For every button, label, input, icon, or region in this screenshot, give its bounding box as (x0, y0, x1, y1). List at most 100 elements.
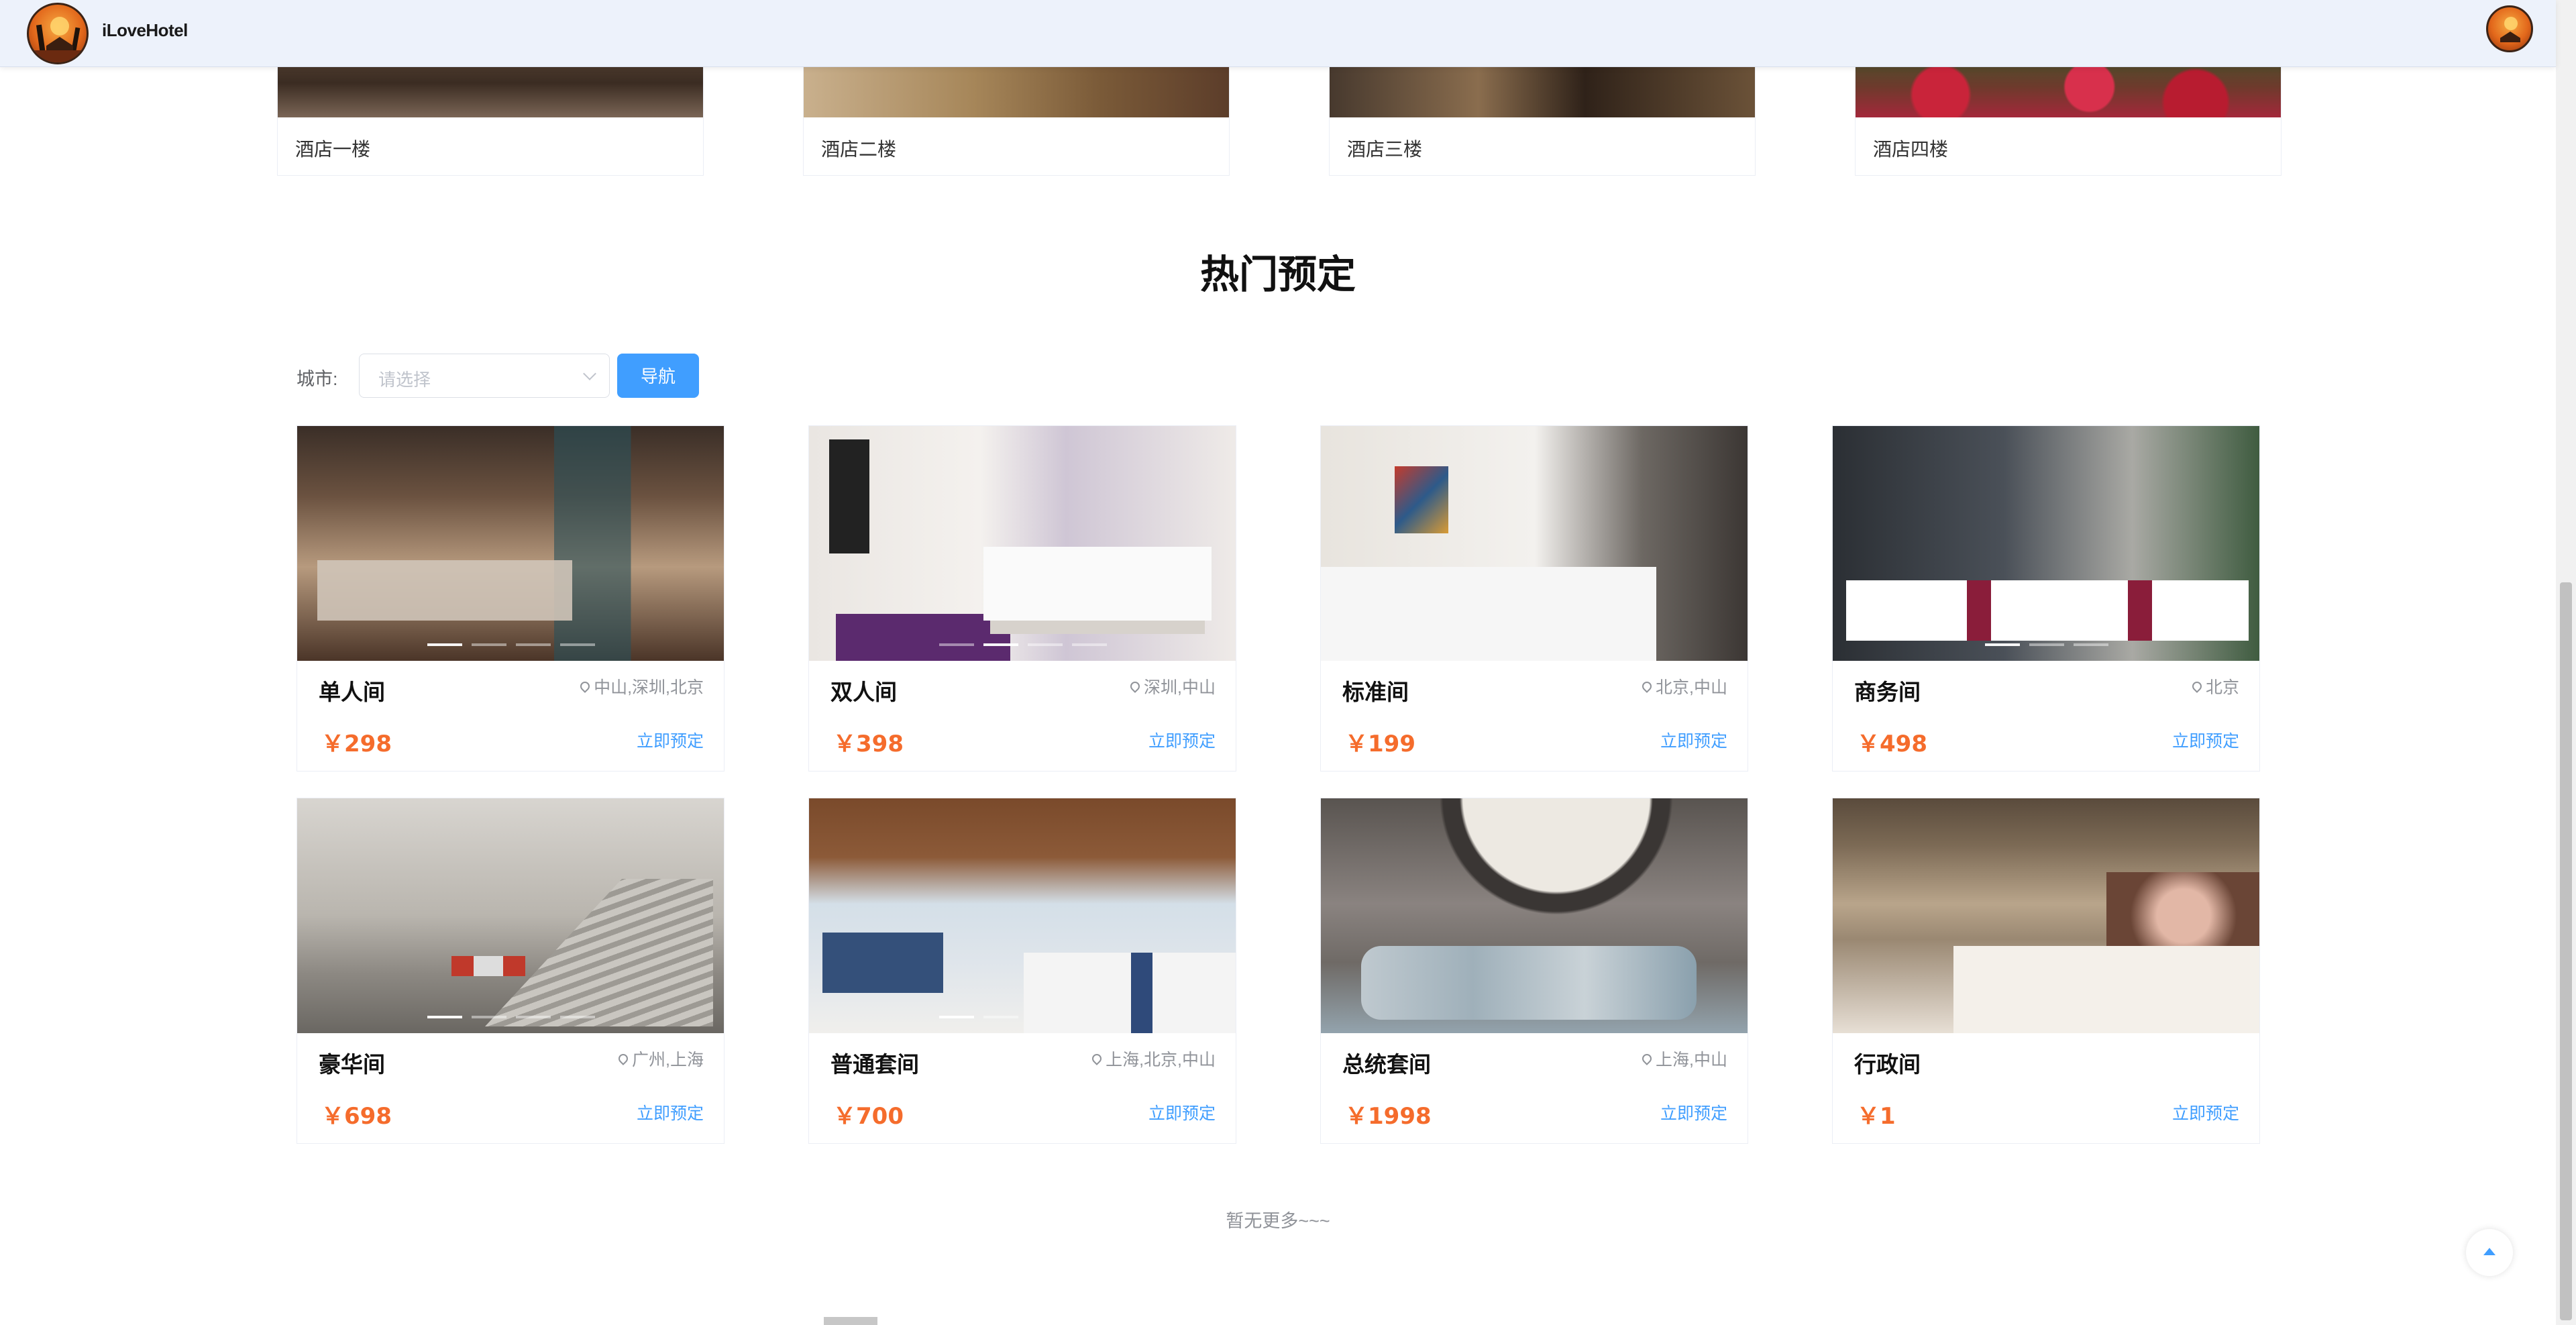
room-name: 标准间 (1342, 679, 1409, 705)
room-card[interactable]: 标准间 北京,中山 ￥199 立即预定 (1320, 425, 1748, 772)
carousel-dot[interactable] (983, 1016, 1018, 1018)
room-location-text: 深圳,中山 (1144, 678, 1216, 697)
carousel-dot[interactable] (1985, 643, 2020, 646)
section-title: 热门预定 (1199, 252, 1356, 297)
room-image-carousel[interactable] (297, 798, 724, 1033)
room-location-text: 北京,中山 (1656, 678, 1727, 697)
book-now-link[interactable]: 立即预定 (1660, 728, 1727, 752)
carousel-dot[interactable] (939, 1016, 974, 1018)
room-location-text: 中山,深圳,北京 (594, 678, 704, 697)
room-image-carousel[interactable] (809, 798, 1236, 1033)
room-card[interactable]: 单人间 中山,深圳,北京 ￥298 立即预定 (297, 425, 724, 772)
location-pin-icon (1128, 680, 1142, 693)
carousel-dot[interactable] (560, 1016, 595, 1018)
navigate-button[interactable]: 导航 (617, 354, 699, 398)
room-location: 广州,上海 (616, 1047, 704, 1071)
no-more-text: 暂无更多~~~ (1226, 1211, 1330, 1231)
room-card[interactable]: 豪华间 广州,上海 ￥698 立即预定 (297, 798, 724, 1144)
city-label: 城市: (297, 369, 338, 389)
room-location: 北京,中山 (1640, 674, 1727, 698)
city-select-placeholder: 请选择 (378, 370, 431, 390)
room-image-carousel[interactable] (297, 426, 724, 661)
carousel-dot[interactable] (1028, 1016, 1063, 1018)
back-to-top-button[interactable] (2466, 1229, 2513, 1276)
room-image-carousel[interactable] (1321, 798, 1748, 1033)
carousel-dot[interactable] (1517, 643, 1552, 646)
carousel-dot[interactable] (472, 1016, 506, 1018)
carousel-dot[interactable] (516, 643, 551, 646)
carousel-indicators (1321, 643, 1748, 646)
room-location-text: 上海,北京,中山 (1106, 1051, 1216, 1069)
vertical-scrollbar[interactable] (2556, 0, 2576, 1325)
room-name: 单人间 (319, 679, 385, 705)
horizontal-scrollbar-thumb[interactable] (824, 1317, 877, 1325)
room-image-carousel[interactable] (1833, 426, 2259, 661)
scrollbar-thumb[interactable] (2560, 582, 2572, 1320)
room-card[interactable]: 总统套间 上海,中山 ￥1998 立即预定 (1320, 798, 1748, 1144)
carousel-dot[interactable] (427, 643, 462, 646)
location-pin-icon (1640, 1052, 1654, 1065)
carousel-dot[interactable] (516, 1016, 551, 1018)
floor-label: 酒店一楼 (295, 139, 371, 160)
room-name: 豪华间 (319, 1051, 385, 1077)
carousel-dot[interactable] (1028, 643, 1063, 646)
location-pin-icon (616, 1052, 630, 1065)
carousel-dot[interactable] (1562, 643, 1597, 646)
book-now-link[interactable]: 立即预定 (637, 1100, 704, 1124)
floor-label: 酒店四楼 (1873, 139, 1949, 160)
caret-up-icon (2483, 1248, 2496, 1255)
carousel-dot[interactable] (1072, 1016, 1107, 1018)
room-location-text: 上海,中山 (1656, 1051, 1727, 1069)
room-location: 深圳,中山 (1128, 674, 1216, 698)
carousel-dot[interactable] (427, 1016, 462, 1018)
room-location: 北京 (2190, 674, 2239, 698)
carousel-dot[interactable] (939, 643, 974, 646)
hotel-logo-icon[interactable] (27, 3, 89, 64)
carousel-dot[interactable] (472, 643, 506, 646)
room-price: ￥698 (321, 1103, 392, 1130)
room-name: 总统套间 (1342, 1051, 1431, 1077)
carousel-dot[interactable] (2074, 643, 2108, 646)
book-now-link[interactable]: 立即预定 (1148, 728, 1216, 752)
room-name: 商务间 (1854, 679, 1921, 705)
room-image-carousel[interactable] (1321, 426, 1748, 661)
room-card[interactable]: 普通套间 上海,北京,中山 ￥700 立即预定 (808, 798, 1236, 1144)
room-image-carousel[interactable] (809, 426, 1236, 661)
top-header: iLoveHotel (0, 0, 2556, 67)
location-pin-icon (2190, 680, 2204, 693)
carousel-indicators (297, 643, 724, 646)
book-now-link[interactable]: 立即预定 (2172, 1100, 2239, 1124)
carousel-dot[interactable] (2029, 1016, 2064, 1018)
room-location-text: 北京 (2205, 678, 2239, 697)
room-location: 上海,中山 (1640, 1047, 1727, 1071)
city-select[interactable]: 请选择 (359, 354, 610, 398)
location-pin-icon (1640, 680, 1654, 693)
room-image-carousel[interactable] (1833, 798, 2259, 1033)
book-now-link[interactable]: 立即预定 (1148, 1100, 1216, 1124)
location-pin-icon (578, 680, 592, 693)
room-card[interactable]: 双人间 深圳,中山 ￥398 立即预定 (808, 425, 1236, 772)
book-now-link[interactable]: 立即预定 (1660, 1100, 1727, 1124)
book-now-link[interactable]: 立即预定 (2172, 728, 2239, 752)
room-location: 上海,北京,中山 (1090, 1047, 1216, 1071)
floor-label: 酒店二楼 (821, 139, 897, 160)
carousel-dot[interactable] (560, 643, 595, 646)
brand-name[interactable]: iLoveHotel (102, 20, 188, 41)
room-price: ￥398 (833, 731, 904, 757)
carousel-dot[interactable] (1473, 643, 1508, 646)
room-location: 中山,深圳,北京 (578, 674, 704, 698)
room-price: ￥298 (321, 731, 392, 757)
room-price: ￥199 (1345, 731, 1415, 757)
room-price: ￥1998 (1345, 1103, 1432, 1130)
carousel-dot[interactable] (983, 643, 1018, 646)
room-price: ￥498 (1857, 731, 1927, 757)
room-card[interactable]: 商务间 北京 ￥498 立即预定 (1832, 425, 2260, 772)
carousel-dot[interactable] (1072, 643, 1107, 646)
user-avatar-icon[interactable] (2486, 5, 2533, 52)
carousel-dot[interactable] (2029, 643, 2064, 646)
room-card[interactable]: 行政间 ￥1 立即预定 (1832, 798, 2260, 1144)
book-now-link[interactable]: 立即预定 (637, 728, 704, 752)
carousel-indicators (809, 643, 1236, 646)
room-name: 普通套间 (830, 1051, 919, 1077)
chevron-down-icon (583, 367, 596, 380)
